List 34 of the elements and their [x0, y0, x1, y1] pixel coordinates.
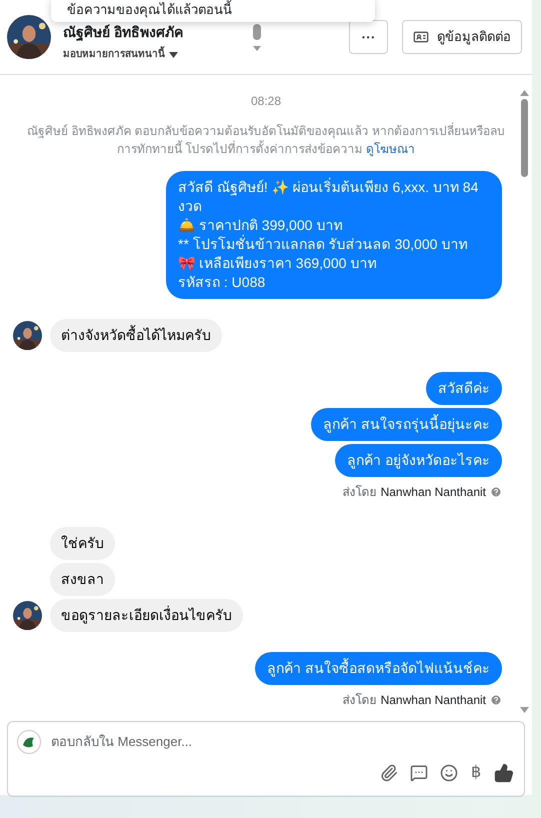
sent-message-bubble: ลูกค้า อยู่จังหวัดอะไรคะ: [335, 444, 502, 477]
sent-by-label: ส่งโดย: [342, 692, 377, 709]
id-card-icon: [413, 29, 429, 45]
scroll-down-icon[interactable]: [520, 707, 529, 713]
attachment-icon[interactable]: [380, 764, 398, 782]
payment-button[interactable]: ฿: [470, 761, 482, 785]
help-icon[interactable]: [490, 486, 502, 498]
sender-name: Nanwhan Nanthanit: [380, 484, 486, 501]
auto-reply-notice: ณัฐศิษย์ อิทธิพงศภัค ตอบกลับข้อความต้อนรับอัตโนมัติของคุณแล้ว หากต้องการเปลี่ยนหรือลบการทักทายนี้ โปรดไปที่การตั้งค่าการส่งข้อความ ดูโฆษณา: [26, 122, 506, 158]
assign-dropdown[interactable]: มอบหมายการสนทนานี้: [63, 47, 203, 62]
sent-message-bubble: ลูกค้า สนใจซื้อสดหรือจัดไฟแน้นช์คะ: [255, 652, 502, 685]
emoji-icon[interactable]: [440, 764, 458, 782]
scrollbar-thumb[interactable]: [521, 99, 528, 177]
contact-info-button[interactable]: ดูข้อมูลติดต่อ: [402, 20, 522, 54]
sender-name: Nanwhan Nanthanit: [380, 692, 486, 709]
view-ad-link[interactable]: ดูโฆษณา: [366, 142, 415, 156]
received-message-bubble: ใช่ครับ: [50, 527, 115, 560]
thumbs-up-icon[interactable]: [494, 763, 514, 783]
received-message-bubble: ขอดูรายละเอียดเงื่อนไขครับ: [50, 599, 243, 632]
scroll-up-icon[interactable]: [520, 90, 529, 96]
received-message-bubble: สงขลา: [50, 563, 115, 596]
tooltip-text: ข้อความของคุณได้แล้วตอนนี้: [67, 0, 232, 19]
sent-message-bubble: ลูกค้า สนใจรถรุ่นนี้อยุ่นะคะ: [311, 408, 502, 441]
reply-field[interactable]: ตอบกลับใน Messenger...: [51, 732, 515, 752]
timestamp: 08:28: [250, 93, 282, 110]
sent-message-bubble: สวัสดี ณัฐศิษย์! ✨ ผ่อนเริ่มต้นเพียง 6,xxx. บาท 84 งวด 🛎 ราคาปกติ 399,000 บาท ** โปรโมชั่นข้าวแลกลด รับส่วนลด 30,000 บาท 🎀 เหลือเพียงราคา 369,000 บาท รหัสรถ : U088: [166, 171, 502, 299]
page-logo-icon: [17, 730, 41, 754]
sent-message-bubble: สวัสดีค่ะ: [426, 372, 502, 405]
sent-by-label: ส่งโดย: [342, 484, 377, 501]
help-icon[interactable]: [490, 694, 502, 706]
caret-icon: [169, 52, 178, 58]
chat-bubble-icon[interactable]: [410, 764, 428, 782]
contact-name: ณัฐศิษย์ อิทธิพงศภัค: [63, 23, 184, 43]
received-message-bubble: ต่างจังหวัดซื้อได้ไหมครับ: [50, 319, 222, 352]
